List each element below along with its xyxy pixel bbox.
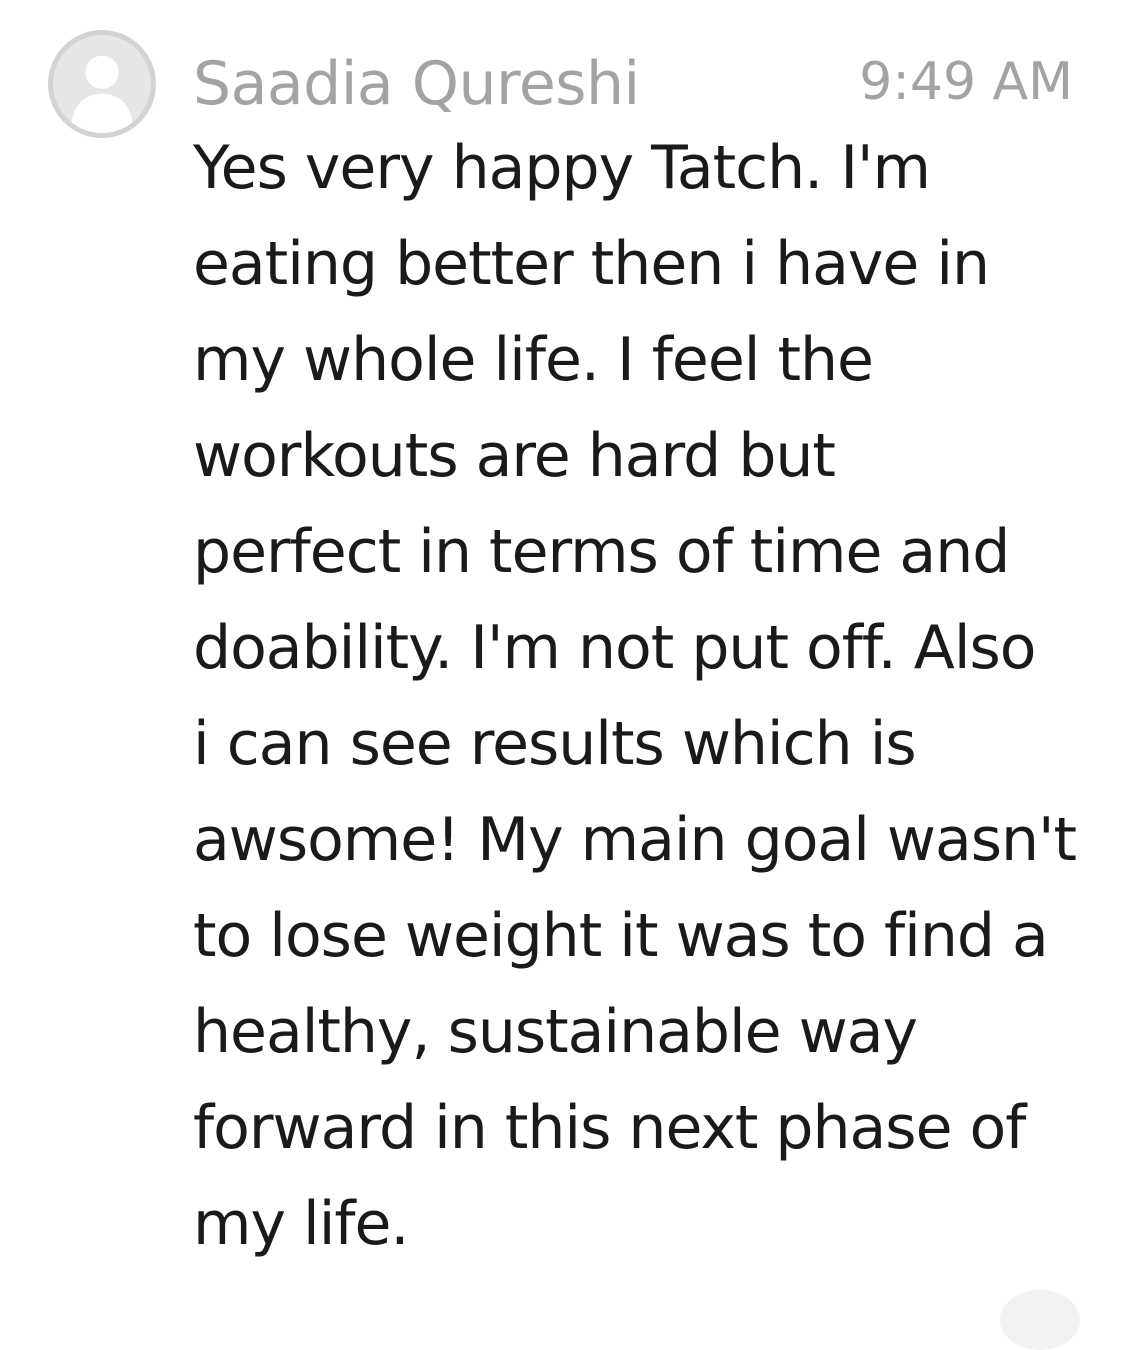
scroll-indicator[interactable] — [1000, 1290, 1080, 1350]
message-line: i can see results which is — [193, 709, 917, 779]
message-line: awsome! My main goal wasn't — [193, 805, 1077, 875]
message-line: perfect in terms of time and — [193, 517, 1010, 587]
chat-message: Saadia Qureshi 9:49 AM Yes very happy Ta… — [0, 0, 1125, 1350]
message-line: to lose weight it was to find a — [193, 901, 1049, 971]
avatar[interactable] — [48, 30, 156, 138]
message-line: workouts are hard but — [193, 421, 836, 491]
message-line: doability. I'm not put off. Also — [193, 613, 1036, 683]
message-line: Yes very happy Tatch. I'm — [193, 133, 931, 203]
message-line: healthy, sustainable way — [193, 997, 918, 1067]
sender-name[interactable]: Saadia Qureshi — [193, 44, 640, 124]
message-line: my life. — [193, 1189, 409, 1259]
message-line: eating better then i have in — [193, 229, 990, 299]
message-line: my whole life. I feel the — [193, 325, 874, 395]
default-user-icon — [70, 55, 134, 133]
message-timestamp: 9:49 AM — [859, 52, 1073, 112]
message-line: forward in this next phase of — [193, 1093, 1026, 1163]
message-body: Yes very happy Tatch. I'm eating better … — [193, 120, 1093, 1272]
